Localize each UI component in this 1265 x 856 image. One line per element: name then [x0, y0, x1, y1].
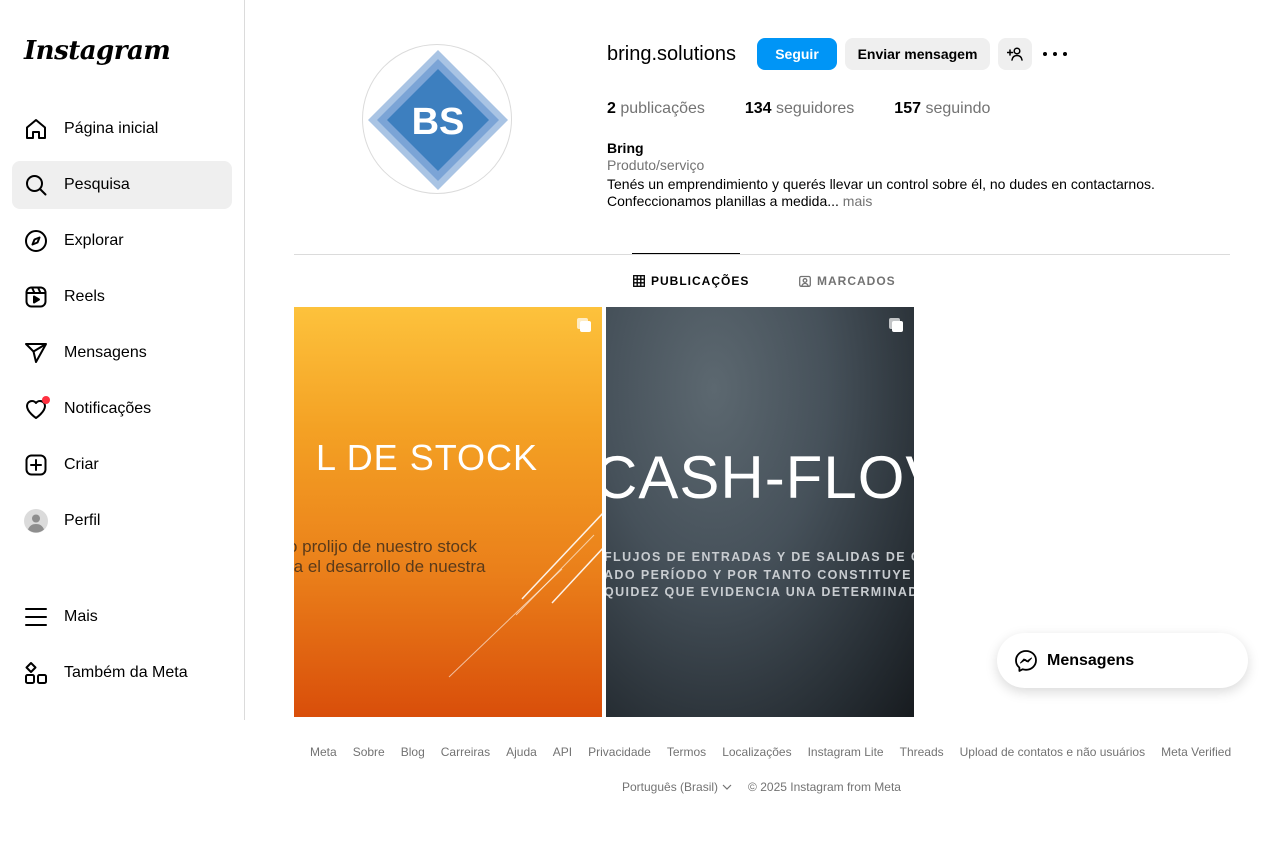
plus-square-icon: [24, 453, 48, 477]
tabs-divider: [294, 254, 1230, 255]
menu-icon: [24, 605, 48, 629]
footer-link[interactable]: Privacidade: [588, 745, 651, 759]
sidebar-item-search[interactable]: Pesquisa: [12, 161, 232, 209]
avatar-monogram: BS: [412, 101, 465, 143]
sidebar-item-reels[interactable]: Reels: [12, 273, 232, 321]
posts-count: 2 publicações: [607, 100, 705, 117]
sidebar-item-label: Mais: [64, 608, 98, 625]
sidebar-item-profile[interactable]: Perfil: [12, 497, 232, 545]
notification-badge: [42, 396, 50, 404]
grid-icon: [633, 275, 645, 287]
sidebar-item-messages[interactable]: Mensagens: [12, 329, 232, 377]
sidebar-item-label: Criar: [64, 456, 99, 473]
reels-icon: [24, 285, 48, 309]
footer-link[interactable]: Localizações: [722, 745, 791, 759]
tab-posts[interactable]: PUBLICAÇÕES: [633, 274, 749, 288]
search-icon: [24, 173, 48, 197]
post-thumbnail[interactable]: L DE STOCK o prolijo de nuestro stock ra…: [294, 307, 602, 717]
decorative-lines: [448, 513, 602, 678]
messenger-icon: [1014, 649, 1038, 673]
sidebar-item-label: Explorar: [64, 232, 124, 249]
sidebar-item-explore[interactable]: Explorar: [12, 217, 232, 265]
bio-line: Tenés un emprendimiento y querés llevar …: [607, 176, 1155, 192]
suggest-users-button[interactable]: [998, 38, 1032, 70]
sidebar-item-also-from-meta[interactable]: Também da Meta: [12, 649, 232, 697]
footer-link[interactable]: Sobre: [353, 745, 385, 759]
sidebar-item-label: Reels: [64, 288, 105, 305]
footer-link[interactable]: Ajuda: [506, 745, 537, 759]
language-label: Português (Brasil): [622, 780, 719, 794]
home-icon: [24, 117, 48, 141]
send-icon: [24, 341, 48, 365]
footer-link[interactable]: Meta Verified: [1161, 745, 1231, 759]
dot: [1053, 52, 1057, 56]
carousel-icon: [888, 317, 904, 338]
sidebar: Instagram Página inicial Pesquisa Explor…: [0, 0, 245, 720]
profile-bio: Tenés un emprendimiento y querés llevar …: [607, 176, 1207, 210]
sidebar-item-notifications[interactable]: Notificações: [12, 385, 232, 433]
sidebar-item-label: Mensagens: [64, 344, 147, 361]
footer-link[interactable]: API: [553, 745, 572, 759]
sidebar-item-label: Pesquisa: [64, 176, 130, 193]
active-tab-indicator: [632, 253, 740, 254]
messages-label: Mensagens: [1047, 651, 1135, 669]
add-user-icon: [1007, 46, 1023, 62]
profile-category: Produto/serviço: [607, 157, 705, 173]
post-subtitle: o prolijo de nuestro stock ra el desarro…: [294, 537, 486, 576]
language-selector[interactable]: Português (Brasil): [622, 780, 732, 794]
footer-bottom: Português (Brasil) © 2025 Instagram from…: [622, 780, 901, 794]
footer-link[interactable]: Instagram Lite: [808, 745, 884, 759]
following-count[interactable]: 157 seguindo: [894, 100, 990, 118]
profile-avatar[interactable]: BS: [362, 44, 512, 194]
footer-links: Meta Sobre Blog Carreiras Ajuda API Priv…: [310, 745, 1247, 759]
tab-label: MARCADOS: [817, 274, 896, 288]
copyright: © 2025 Instagram from Meta: [748, 780, 901, 794]
sidebar-item-label: Notificações: [64, 400, 152, 417]
post-subtitle: FLUJOS DE ENTRADAS Y DE SALIDAS DE CAJA …: [606, 550, 914, 599]
followers-count[interactable]: 134 seguidores: [745, 100, 854, 118]
sidebar-item-label: Também da Meta: [64, 664, 188, 681]
instagram-logo[interactable]: Instagram: [24, 36, 171, 66]
sidebar-item-create[interactable]: Criar: [12, 441, 232, 489]
more-options-button[interactable]: [1043, 44, 1067, 64]
footer-link[interactable]: Upload de contatos e não usuários: [960, 745, 1145, 759]
profile-stats: 2 publicações 134 seguidores 157 seguind…: [607, 100, 1030, 118]
sidebar-item-home[interactable]: Página inicial: [12, 105, 232, 153]
bio-line: Confeccionamos planillas a medida... mai…: [607, 193, 873, 209]
sidebar-item-label: Perfil: [64, 512, 101, 529]
heart-icon: [24, 396, 50, 421]
profile-name: Bring: [607, 140, 644, 156]
bio-more-link[interactable]: mais: [843, 193, 873, 209]
carousel-icon: [576, 317, 592, 338]
footer-link[interactable]: Blog: [401, 745, 425, 759]
footer-link[interactable]: Carreiras: [441, 745, 490, 759]
tagged-icon: [799, 275, 811, 287]
post-title: CASH-FLOV: [606, 444, 914, 511]
post-title: L DE STOCK: [316, 437, 539, 478]
footer-link[interactable]: Termos: [667, 745, 706, 759]
follow-button[interactable]: Seguir: [757, 38, 837, 70]
tab-label: PUBLICAÇÕES: [651, 274, 750, 288]
chevron-down-icon: [722, 782, 732, 792]
profile-username: bring.solutions: [607, 43, 736, 65]
send-message-button[interactable]: Enviar mensagem: [845, 38, 990, 70]
tab-tagged[interactable]: MARCADOS: [799, 274, 896, 288]
avatar-icon: [24, 509, 48, 533]
dot: [1063, 52, 1067, 56]
sidebar-item-label: Página inicial: [64, 120, 159, 137]
dot: [1043, 52, 1047, 56]
footer-link[interactable]: Threads: [900, 745, 944, 759]
compass-icon: [24, 229, 48, 253]
footer-link[interactable]: Meta: [310, 745, 337, 759]
meta-apps-icon: [24, 661, 48, 685]
messages-floating-button[interactable]: Mensagens: [997, 633, 1248, 688]
sidebar-item-more[interactable]: Mais: [12, 593, 232, 641]
post-thumbnail[interactable]: CASH-FLOV FLUJOS DE ENTRADAS Y DE SALIDA…: [606, 307, 914, 717]
